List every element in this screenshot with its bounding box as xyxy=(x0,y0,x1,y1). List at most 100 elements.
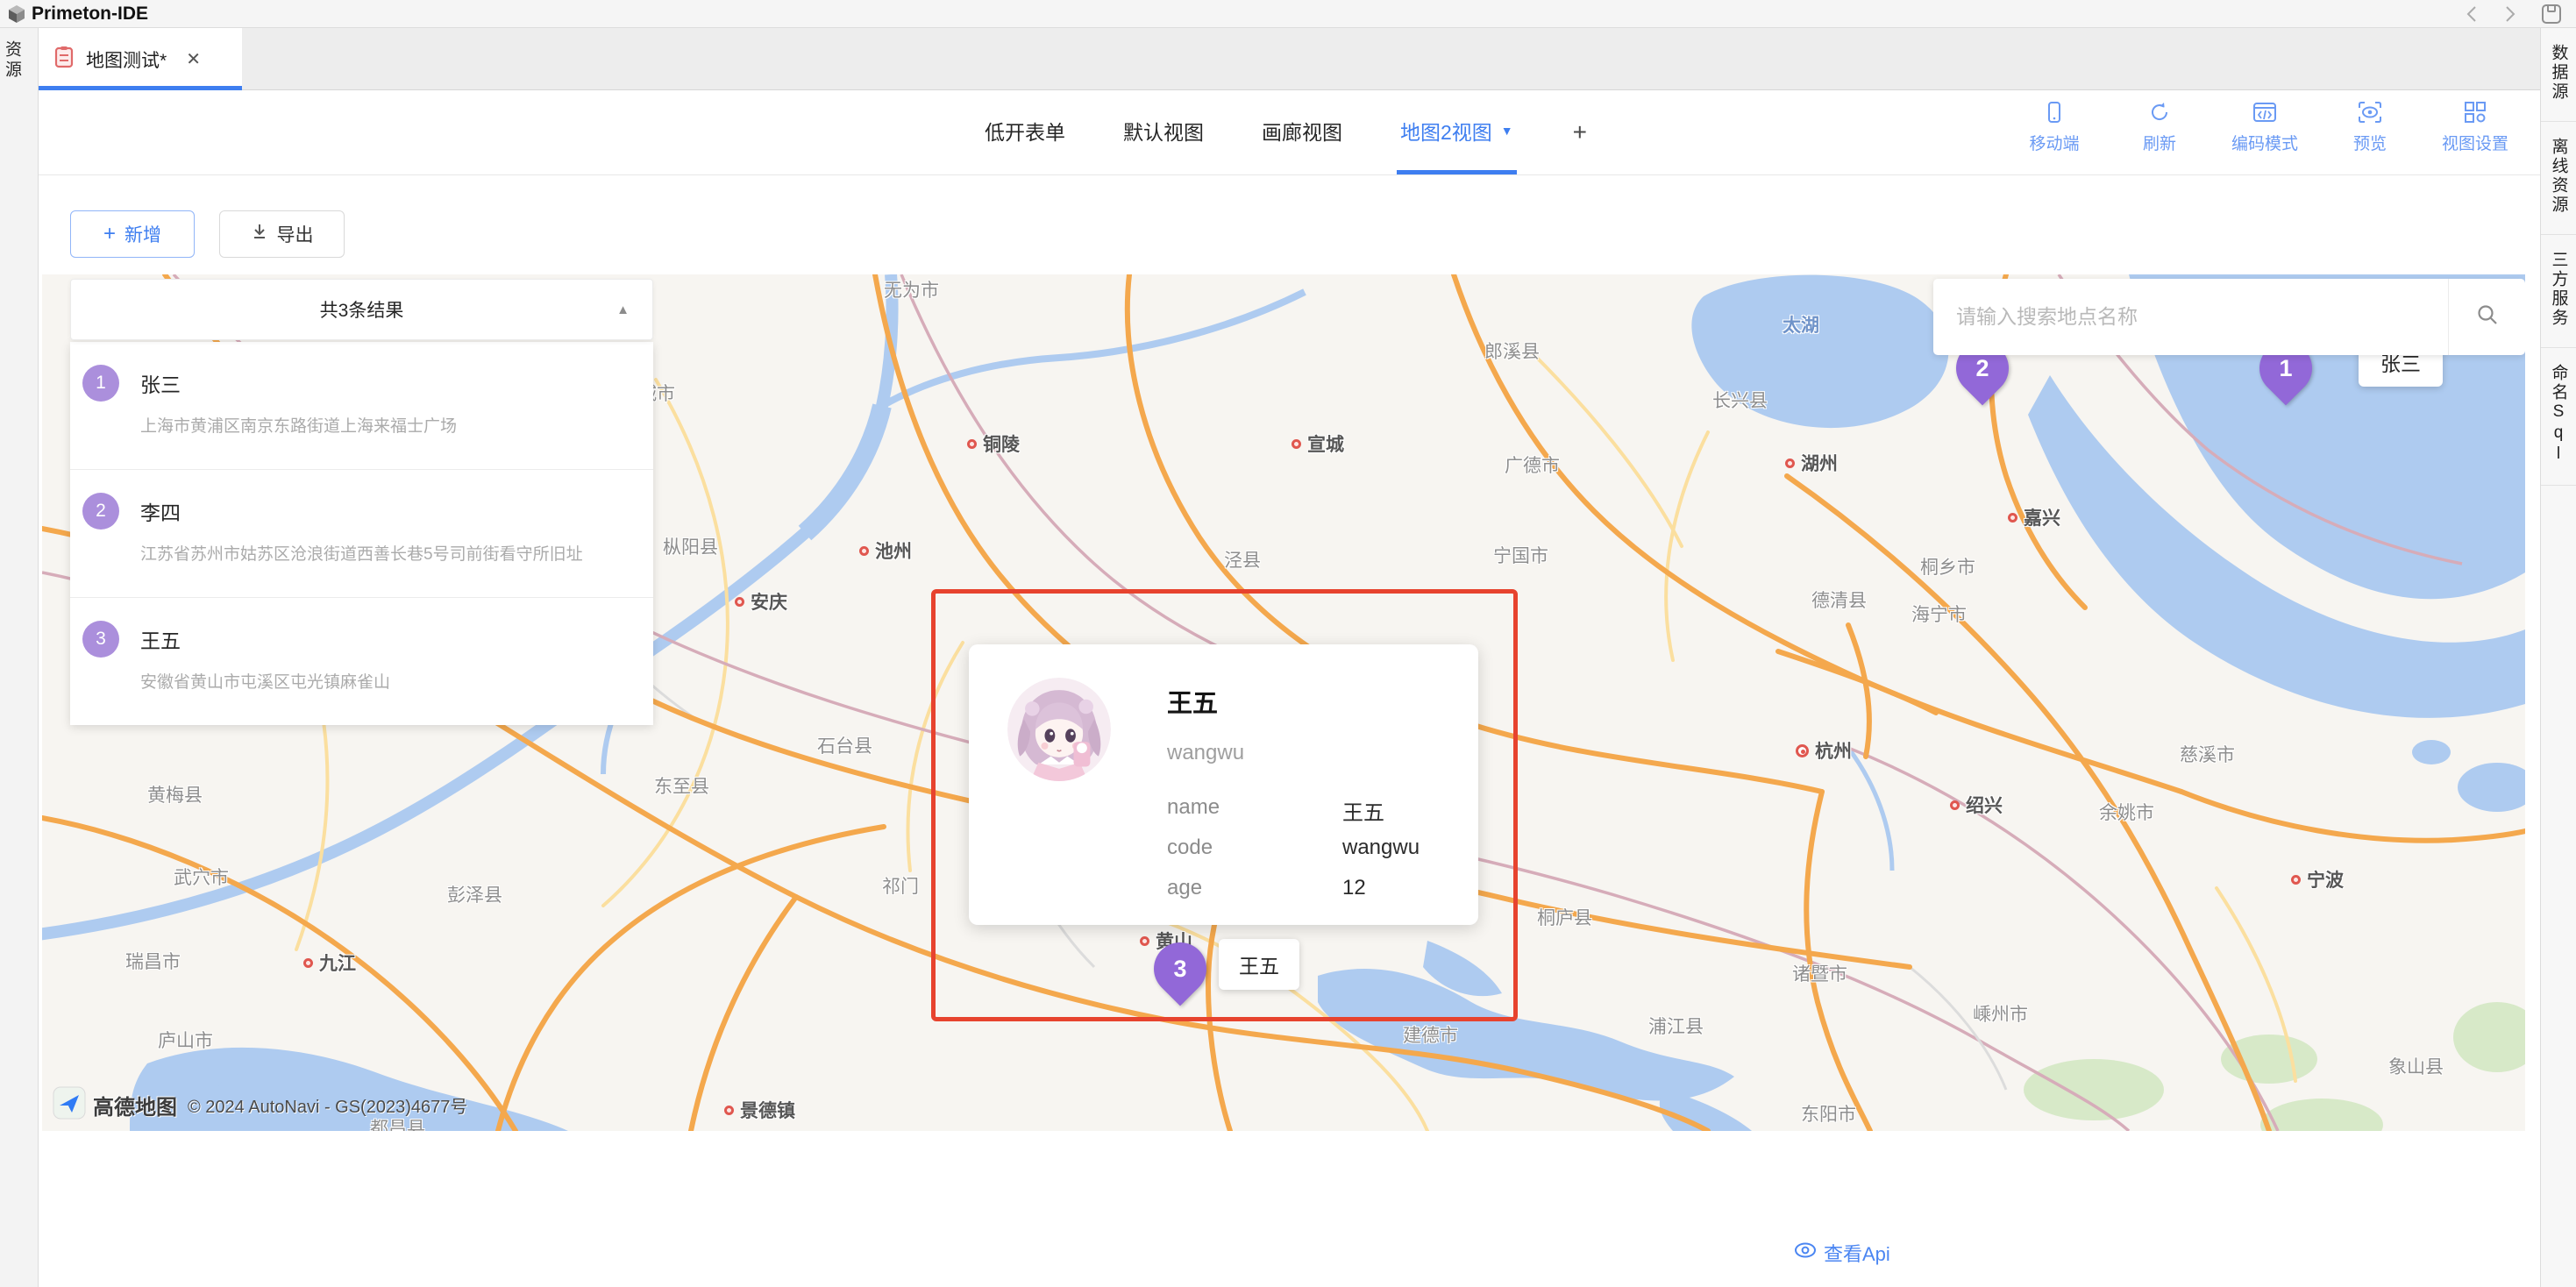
avatar xyxy=(1007,678,1111,781)
refresh-button[interactable]: 刷新 xyxy=(2126,101,2193,154)
preview-button[interactable]: 预览 xyxy=(2337,101,2403,154)
city-dot-icon xyxy=(859,546,869,556)
tab-close-icon[interactable]: ✕ xyxy=(186,48,201,70)
map-label: 桐庐县 xyxy=(1537,904,1592,930)
map-label: 象山县 xyxy=(2388,1053,2444,1079)
code-mode-button[interactable]: 编码模式 xyxy=(2231,101,2298,154)
chevron-down-icon[interactable]: ▼ xyxy=(1501,124,1513,138)
map-label: 绍兴 xyxy=(1950,792,2003,818)
map-label: 德清县 xyxy=(1811,587,1867,613)
history-forward-icon[interactable] xyxy=(2502,4,2518,24)
results-count: 共3条结果 xyxy=(320,296,404,323)
list-item-wangwu[interactable]: 3 王五 安徽省黄山市屯溪区屯光镇麻雀山 xyxy=(70,598,653,725)
marker-popup-card: 王五 wangwu name王五 codewangwu age12 xyxy=(969,644,1478,925)
popup-field-code: codewangwu xyxy=(1167,835,1456,860)
view-api-link[interactable]: 查看Api xyxy=(1794,1239,1890,1267)
sidebar-item-offline-resources[interactable]: 离线资源 xyxy=(2541,122,2576,235)
popup-field-age: age12 xyxy=(1167,876,1456,900)
preview-eye-icon xyxy=(2358,101,2382,124)
map-label: 宁波 xyxy=(2291,866,2344,892)
view-settings-button[interactable]: 视图设置 xyxy=(2442,101,2508,154)
map-label: 杭州 xyxy=(1796,737,1852,764)
map-label: 湖州 xyxy=(1785,450,1838,476)
save-icon[interactable] xyxy=(2541,4,2562,25)
result-address: 江苏省苏州市姑苏区沧浪街道西善长巷5号司前街看守所旧址 xyxy=(140,538,627,571)
popup-title: 王五 xyxy=(1167,683,1218,720)
view-tabs: 低开表单 默认视图 画廊视图 地图2视图 ▼ + xyxy=(981,90,1592,174)
map-label: 景德镇 xyxy=(724,1097,795,1123)
sidebar-item-named-sql[interactable]: 命名Sql xyxy=(2541,348,2576,486)
document-tabstrip: 地图测试* ✕ xyxy=(39,28,2540,90)
map-label: 海宁市 xyxy=(1911,601,1967,627)
search-button[interactable] xyxy=(2448,279,2525,355)
city-dot-icon xyxy=(1785,459,1795,468)
mobile-button[interactable]: 移动端 xyxy=(2021,101,2088,154)
map-label: 泾县 xyxy=(1224,546,1261,572)
result-address: 安徽省黄山市屯溪区屯光镇麻雀山 xyxy=(140,666,627,699)
map-label: 太湖 xyxy=(1783,311,1819,338)
view-tab-gallery-view[interactable]: 画廊视图 xyxy=(1258,90,1346,174)
mobile-icon xyxy=(2043,101,2066,124)
history-back-icon[interactable] xyxy=(2464,4,2480,24)
map-label: 东阳市 xyxy=(1801,1100,1856,1127)
tab-map-test[interactable]: 地图测试* ✕ xyxy=(39,28,242,90)
sidebar-item-third-party-services[interactable]: 三方服务 xyxy=(2541,235,2576,348)
tab-label: 地图测试* xyxy=(86,46,167,73)
map-label: 枞阳县 xyxy=(663,533,718,559)
map-label: 长兴县 xyxy=(1712,387,1768,413)
map-label: 慈溪市 xyxy=(2180,741,2235,767)
result-address: 上海市黄浦区南京东路街道上海来福士广场 xyxy=(140,410,627,443)
export-button[interactable]: 导出 xyxy=(219,210,345,258)
popup-field-name: name王五 xyxy=(1167,795,1456,826)
collapse-arrow-icon[interactable]: ▲ xyxy=(616,302,630,317)
map-label: 宁国市 xyxy=(1493,542,1548,568)
city-dot-icon xyxy=(1292,439,1301,449)
map-label: 嵊州市 xyxy=(1973,1000,2028,1027)
index-badge: 2 xyxy=(82,493,119,530)
map-label: 广德市 xyxy=(1505,452,1560,478)
left-rail: 资源 xyxy=(0,28,39,1287)
map-label: 郎溪县 xyxy=(1484,338,1540,364)
add-button[interactable]: + 新增 xyxy=(70,210,195,258)
download-icon xyxy=(251,223,268,245)
add-view-button[interactable]: + xyxy=(1568,90,1592,174)
search-input[interactable] xyxy=(1933,305,2448,329)
map-label: 建德市 xyxy=(1403,1021,1458,1048)
map-label: 庐山市 xyxy=(158,1027,213,1053)
map-label: 余姚市 xyxy=(2099,799,2154,825)
right-rail: 数据源 离线资源 三方服务 命名Sql xyxy=(2540,28,2576,1287)
list-item-zhangsan[interactable]: 1 张三 上海市黄浦区南京东路街道上海来福士广场 xyxy=(70,342,653,470)
view-bar: 低开表单 默认视图 画廊视图 地图2视图 ▼ + 移动端 刷新 编码模式 预览 … xyxy=(39,90,2540,175)
search-icon xyxy=(2476,303,2499,331)
map-label: 宣城 xyxy=(1292,430,1344,457)
city-dot-icon xyxy=(724,1106,734,1115)
grid-settings-icon xyxy=(2464,101,2487,124)
city-dot-icon xyxy=(735,597,744,607)
eye-icon xyxy=(1794,1241,1817,1265)
sidebar-item-datasource[interactable]: 数据源 xyxy=(2541,28,2576,122)
amap-copyright: © 2024 AutoNavi - GS(2023)4677号 xyxy=(188,1092,467,1118)
code-icon xyxy=(2252,101,2277,124)
map-label: 彭泽县 xyxy=(447,881,502,907)
view-actions: 移动端 刷新 编码模式 预览 视图设置 xyxy=(2021,101,2508,154)
map-label: 池州 xyxy=(859,537,912,564)
view-tab-map2-view[interactable]: 地图2视图 ▼ xyxy=(1397,90,1517,174)
view-tab-default-view[interactable]: 默认视图 xyxy=(1120,90,1207,174)
results-list: 1 张三 上海市黄浦区南京东路街道上海来福士广场 2 李四 江苏省苏州市姑苏区沧… xyxy=(70,342,653,725)
result-name: 王五 xyxy=(140,624,181,654)
map-label: 九江 xyxy=(303,949,356,976)
amap-logo-icon xyxy=(53,1086,86,1124)
primeton-logo-icon xyxy=(7,4,26,28)
app-title: Primeton-IDE xyxy=(32,4,148,25)
map-label: 铜陵 xyxy=(967,430,1020,457)
sidebar-item-resources[interactable]: 资源 xyxy=(0,40,38,81)
results-header[interactable]: 共3条结果 ▲ xyxy=(70,279,653,340)
map-label: 瑞昌市 xyxy=(125,948,181,974)
city-dot-icon xyxy=(2291,875,2301,885)
view-tab-low-code-form[interactable]: 低开表单 xyxy=(981,90,1069,174)
map-search-box xyxy=(1933,279,2525,355)
list-item-lisi[interactable]: 2 李四 江苏省苏州市姑苏区沧浪街道西善长巷5号司前街看守所旧址 xyxy=(70,470,653,598)
city-dot-icon xyxy=(967,439,977,449)
amap-brand: 高德地图 xyxy=(93,1090,177,1120)
map-label: 东至县 xyxy=(654,772,709,799)
